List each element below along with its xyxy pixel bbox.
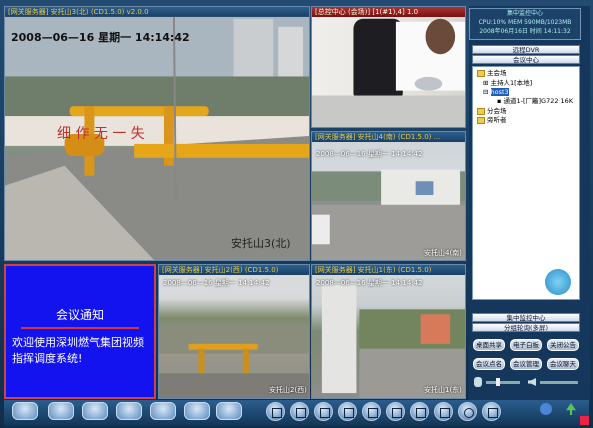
whiteboard-button[interactable]: 电子白板 <box>510 339 542 351</box>
refresh-icon[interactable] <box>458 402 477 421</box>
status-datetime: 2008年06月16日 时间 14:11:32 <box>479 28 571 35</box>
pane-3-weekday: 星期一 <box>367 150 389 158</box>
desktop-share-button[interactable]: 桌面共享 <box>473 339 505 351</box>
users-icon[interactable] <box>540 403 552 415</box>
tree-label: 主持人1[本地] <box>490 79 533 87</box>
tab-remote-dvr[interactable]: 远程DVR <box>472 45 580 54</box>
resize-grip-icon[interactable] <box>580 416 589 425</box>
roll-call-button[interactable]: 会议点名 <box>473 358 505 370</box>
pane-4-date: 2008—06—16 <box>163 279 213 287</box>
camera-tool-icon[interactable] <box>116 402 142 420</box>
folder-icon <box>477 69 485 77</box>
volume-slider-thumb[interactable] <box>496 378 500 386</box>
folder-icon <box>477 107 485 115</box>
layout-1x1-icon[interactable] <box>266 402 285 421</box>
volume-slider[interactable] <box>486 381 520 384</box>
pane-4-caption: 安托山2(西) <box>269 386 307 394</box>
tree-item-listener[interactable]: 旁听者 <box>477 116 507 125</box>
pane-1-weekday: 星期一 <box>98 31 132 44</box>
pane-3-caption: 安托山4(南) <box>424 249 462 257</box>
layout-2x2-icon[interactable] <box>290 402 309 421</box>
layout-4x4-icon[interactable] <box>362 402 381 421</box>
tree-label: 分会场 <box>487 107 507 115</box>
status-cpu-mem: CPU:10% MEM 590MB/1023MB <box>478 19 572 26</box>
pane-5-time: 14:14:42 <box>391 279 423 287</box>
pane-4-weekday: 星期一 <box>214 279 236 287</box>
video-pane-1[interactable]: [网关服务器] 安托山3(北) (CD1.5.0) v2.0.0 2008—06… <box>4 6 310 261</box>
video-pane-4[interactable]: [网关服务器] 安托山2(西) (CD1.5.0) 2008—06—16 星期一… <box>158 264 310 399</box>
notice-title: 会议通知 <box>55 308 104 322</box>
pane-1-datetime: 2008—06—16 星期一 14:14:42 <box>11 29 190 45</box>
tree-item-channel[interactable]: ▪ 通道1-[厂籬]G722 16K <box>497 97 573 106</box>
pane-5-weekday: 星期一 <box>367 279 389 287</box>
tab-central-monitor[interactable]: 集中监控中心 <box>472 313 580 322</box>
tree-label: 通道1-[厂籬]G722 16K <box>503 97 574 105</box>
meeting-notice-panel: 会议通知 欢迎使用深圳燃气集团视频指挥调度系统! <box>4 264 156 399</box>
notice-divider <box>21 327 139 329</box>
pane-1-date: 2008—06—16 <box>11 31 95 44</box>
notice-body: 欢迎使用深圳燃气集团视频指挥调度系统! <box>12 336 144 365</box>
pane-3-datetime: 2008—06—16 星期一 14:14:42 <box>316 149 423 159</box>
layout-6x6-icon[interactable] <box>410 402 429 421</box>
pane-1-caption: 安托山3(北) <box>231 237 291 250</box>
tree-item-sub-venue[interactable]: 分会场 <box>477 107 507 116</box>
tree-label: 旁听者 <box>487 116 507 124</box>
view-tool-icon[interactable] <box>82 402 108 420</box>
folder-icon <box>477 116 485 124</box>
mascot-icon <box>545 269 571 295</box>
layout-1plus5-icon[interactable] <box>338 402 357 421</box>
layout-3x3-icon[interactable] <box>314 402 333 421</box>
pane-3-time: 14:14:42 <box>391 150 423 158</box>
tab-meeting-center[interactable]: 会议中心 <box>472 55 580 64</box>
tab-group-polling[interactable]: 分组轮询(多屏) <box>472 323 580 332</box>
layout-5x5-icon[interactable] <box>386 402 405 421</box>
meeting-manage-button[interactable]: 会议管理 <box>510 358 542 370</box>
pane-5-date: 2008—06—16 <box>316 279 366 287</box>
pane-3-date: 2008—06—16 <box>316 150 366 158</box>
tree-item-host1[interactable]: ⊞ 主持人1[本地] <box>483 79 532 88</box>
audio-tool-icon[interactable] <box>12 402 38 420</box>
microphone-icon[interactable] <box>474 377 482 387</box>
meeting-tree: 主会场 ⊞ 主持人1[本地] ⊟ host3 ▪ 通道1-[厂籬]G722 16… <box>472 66 580 300</box>
pane-4-datetime: 2008—06—16 星期一 14:14:42 <box>163 278 270 288</box>
pane-2-scene <box>312 18 465 127</box>
status-center: 集中监控中心 <box>506 10 543 17</box>
tree-label: 主会场 <box>487 69 507 77</box>
pane-5-datetime: 2008—06—16 星期一 14:14:42 <box>316 278 423 288</box>
tree-label: host3 <box>490 88 509 96</box>
pane-4-time: 14:14:42 <box>238 279 270 287</box>
close-notice-button[interactable]: 关闭公告 <box>547 339 579 351</box>
video-pane-2[interactable]: [总控中心 (会场)] [1(#1),4] 1.0 <box>311 6 466 128</box>
tree-item-host3[interactable]: ⊟ host3 <box>483 88 509 97</box>
record-tool-icon[interactable] <box>48 402 74 420</box>
settings-tool-icon[interactable] <box>216 402 242 420</box>
pane-1-time: 14:14:42 <box>134 31 190 44</box>
video-pane-3[interactable]: [网关服务器] 安托山4(南) (CD1.5.0) ... 2008—06—16… <box>311 131 466 261</box>
system-status-box: 集中监控中心 CPU:10% MEM 590MB/1023MB 2008年06月… <box>469 8 581 40</box>
app-window: [网关服务器] 安托山3(北) (CD1.5.0) v2.0.0 2008—06… <box>0 0 593 428</box>
capture-tool-icon[interactable] <box>184 402 210 420</box>
volume-slider-2[interactable] <box>540 381 578 384</box>
pane-1-wall-text: 细 作 无 一 失 <box>57 126 145 142</box>
meeting-chat-button[interactable]: 会议聊天 <box>547 358 579 370</box>
video-pane-5[interactable]: [网关服务器] 安托山1(东) (CD1.5.0) 2008—06—16 星期一… <box>311 264 466 399</box>
tree-item-main-venue[interactable]: 主会场 <box>477 69 507 78</box>
network-tool-icon[interactable] <box>150 402 176 420</box>
pane-5-caption: 安托山1(东) <box>424 386 462 394</box>
layout-custom-icon[interactable] <box>434 402 453 421</box>
fullscreen-icon[interactable] <box>482 402 501 421</box>
